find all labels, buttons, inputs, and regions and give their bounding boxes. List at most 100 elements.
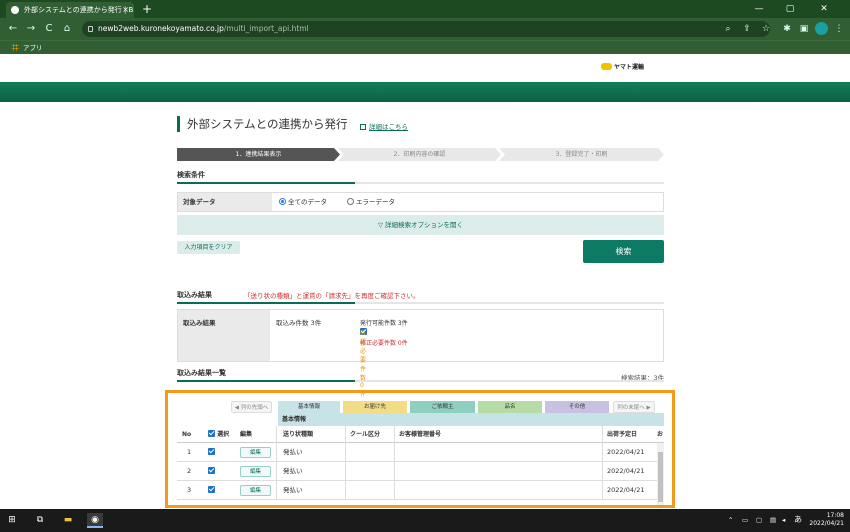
checkbox-checked-icon[interactable] <box>208 486 215 493</box>
tab-delivery-to[interactable]: お届け先 <box>343 401 407 413</box>
row-slip-type: 発払い <box>283 486 303 494</box>
minimize-icon[interactable]: — <box>747 0 771 18</box>
radio-all-data[interactable]: 全てのデータ <box>279 198 327 207</box>
cat-logo-icon <box>601 63 612 70</box>
row-edit-button[interactable]: 編集 <box>240 466 271 477</box>
tab-basic-info[interactable]: 基本情報 <box>278 401 340 413</box>
import-result-label: 取込み結果 <box>178 310 270 361</box>
row-no: 3 <box>187 486 192 494</box>
table-header: No 選択 編集 送り状種類 クール区分 お客様管理番号 出荷予定日 お <box>177 426 664 443</box>
need-check-count: 確認必要件数 0件 <box>360 328 367 398</box>
row-edit-button[interactable]: 編集 <box>240 485 271 496</box>
tray-chevron-icon[interactable]: ⌃ <box>728 516 733 524</box>
select-all-checkbox[interactable] <box>208 430 215 437</box>
table-scrollbar[interactable] <box>657 443 664 505</box>
section-divider <box>177 380 664 382</box>
checkbox-checked-icon[interactable] <box>208 467 215 474</box>
window-close-icon[interactable]: ✕ <box>812 0 836 18</box>
checkbox-checked-icon[interactable] <box>208 448 215 455</box>
favicon-icon <box>11 6 19 14</box>
reload-icon[interactable]: C <box>42 21 56 37</box>
column-divider <box>345 426 346 500</box>
browser-tab[interactable]: 外部システムとの連携から発行 | B2 × <box>6 2 134 18</box>
volume-icon[interactable]: ◂ <box>782 516 785 524</box>
issuable-count: 発行可能件数 3件 <box>360 320 408 327</box>
task-view-icon[interactable]: ⧉ <box>32 513 48 528</box>
row-slip-type: 発払い <box>283 448 303 456</box>
logo-text: ヤマト運輸 <box>614 64 645 71</box>
col-edit: 編集 <box>240 431 253 438</box>
close-tab-icon[interactable]: × <box>122 2 129 18</box>
share-icon[interactable]: ⇪ <box>741 21 753 37</box>
bookmark-apps[interactable]: アプリ <box>12 42 43 54</box>
row-edit-button[interactable]: 編集 <box>240 447 271 458</box>
table-row: 2 編集 発払い 2022/04/21 <box>177 462 657 481</box>
tab-item-name[interactable]: 品名 <box>478 401 542 413</box>
profile-avatar[interactable] <box>815 22 828 35</box>
col-cool: クール区分 <box>350 431 381 438</box>
header-band <box>0 82 850 102</box>
import-result-box: 取込み結果 取込み件数 3件 発行可能件数 3件 確認必要件数 0件 修正必要件… <box>177 309 664 398</box>
main-content: 外部システムとの連携から発行 詳細はこちら 1．連携結果表示 2．印刷内容の確認… <box>0 102 850 509</box>
browser-toolbar: ← → C ⌂ newb2web.kuronekoyamato.co.jp/mu… <box>0 18 850 40</box>
chrome-icon[interactable]: ◉ <box>87 513 103 528</box>
advanced-search-toggle[interactable]: ▽ 詳細検索オプションを開く <box>177 215 664 235</box>
bookmark-label: アプリ <box>23 44 43 52</box>
col-customer-no: お客様管理番号 <box>399 431 442 438</box>
progress-steps: 1．連携結果表示 2．印刷内容の確認 3．登録完了・印刷 <box>177 148 664 161</box>
network-icon[interactable]: ▤ <box>770 516 776 524</box>
clock-date: 2022/04/21 <box>809 520 844 527</box>
display-icon[interactable]: ▢ <box>756 516 762 524</box>
site-header: ヤマト運輸 <box>0 54 850 82</box>
col-ship-date: 出荷予定日 <box>607 431 638 438</box>
scrollbar-thumb[interactable] <box>658 452 663 502</box>
radio-error-data[interactable]: エラーデータ <box>347 198 395 207</box>
row-checkbox[interactable] <box>208 481 215 500</box>
import-warning: 「送り状の種類」と運賃の「請求先」を再度ご確認下さい。 <box>244 292 420 300</box>
step-2: 2．印刷内容の確認 <box>338 148 501 161</box>
file-explorer-icon[interactable]: ▬ <box>60 513 76 528</box>
row-no: 2 <box>187 467 192 475</box>
lock-icon <box>88 26 93 32</box>
import-count: 取込み件数 3件 <box>276 319 322 327</box>
system-clock[interactable]: 17:08 2022/04/21 <box>800 512 844 528</box>
url-path: /multi_import_api.html <box>223 24 309 33</box>
clear-inputs-button[interactable]: 入力項目をクリア <box>177 241 240 254</box>
url-host: newb2web.kuronekoyamato.co.jp <box>98 24 224 33</box>
radio-checked-icon <box>279 198 286 205</box>
windows-start-icon[interactable]: ⊞ <box>4 513 20 528</box>
sidepanel-icon[interactable]: ▣ <box>798 21 810 37</box>
result-list-title: 取込み結果一覧 <box>177 369 226 377</box>
extensions-icon[interactable]: ✱ <box>781 21 793 37</box>
row-checkbox[interactable] <box>208 462 215 481</box>
taskbar: ⊞ ⧉ ▬ ◉ ⌃ ▭ ▢ ▤ ◂ あ 17:08 2022/04/21 <box>0 509 850 532</box>
tab-other[interactable]: その他 <box>545 401 609 413</box>
new-tab-icon[interactable]: + <box>142 1 152 17</box>
forward-icon[interactable]: → <box>24 21 38 37</box>
row-ship-date: 2022/04/21 <box>607 467 645 475</box>
home-icon[interactable]: ⌂ <box>60 21 74 37</box>
target-data-row: 対象データ 全てのデータ エラーデータ <box>177 192 664 212</box>
yamato-logo[interactable]: ヤマト運輸 <box>601 62 644 71</box>
radio-all-label: 全てのデータ <box>288 198 327 206</box>
scroll-to-last-column[interactable]: 列の末尾へ ▶ <box>613 401 655 413</box>
scroll-to-first-column[interactable]: ◀ 列の先頭へ <box>231 401 272 413</box>
group-header: 基本情報 <box>278 413 664 426</box>
search-section-title: 検索条件 <box>177 171 205 179</box>
detail-link[interactable]: 詳細はこちら <box>360 121 408 131</box>
radio-unchecked-icon <box>347 198 354 205</box>
menu-icon[interactable]: ⋮ <box>833 21 845 37</box>
maximize-icon[interactable]: ▢ <box>778 0 802 18</box>
bookmark-star-icon[interactable]: ☆ <box>760 21 772 37</box>
zoom-icon[interactable]: ⌕ <box>722 21 734 37</box>
row-checkbox[interactable] <box>208 443 215 462</box>
tab-requester[interactable]: ご依頼主 <box>410 401 475 413</box>
browser-tab-bar: 外部システムとの連携から発行 | B2 × + — ▢ ✕ <box>0 0 850 18</box>
search-button[interactable]: 検索 <box>583 240 664 263</box>
tray-app-icon[interactable]: ▭ <box>742 516 748 524</box>
radio-error-label: エラーデータ <box>356 198 395 206</box>
back-icon[interactable]: ← <box>6 21 20 37</box>
col-select[interactable]: 選択 <box>208 426 229 443</box>
address-bar[interactable]: newb2web.kuronekoyamato.co.jp/multi_impo… <box>82 21 770 37</box>
import-result-title: 取込み結果 <box>177 291 212 299</box>
